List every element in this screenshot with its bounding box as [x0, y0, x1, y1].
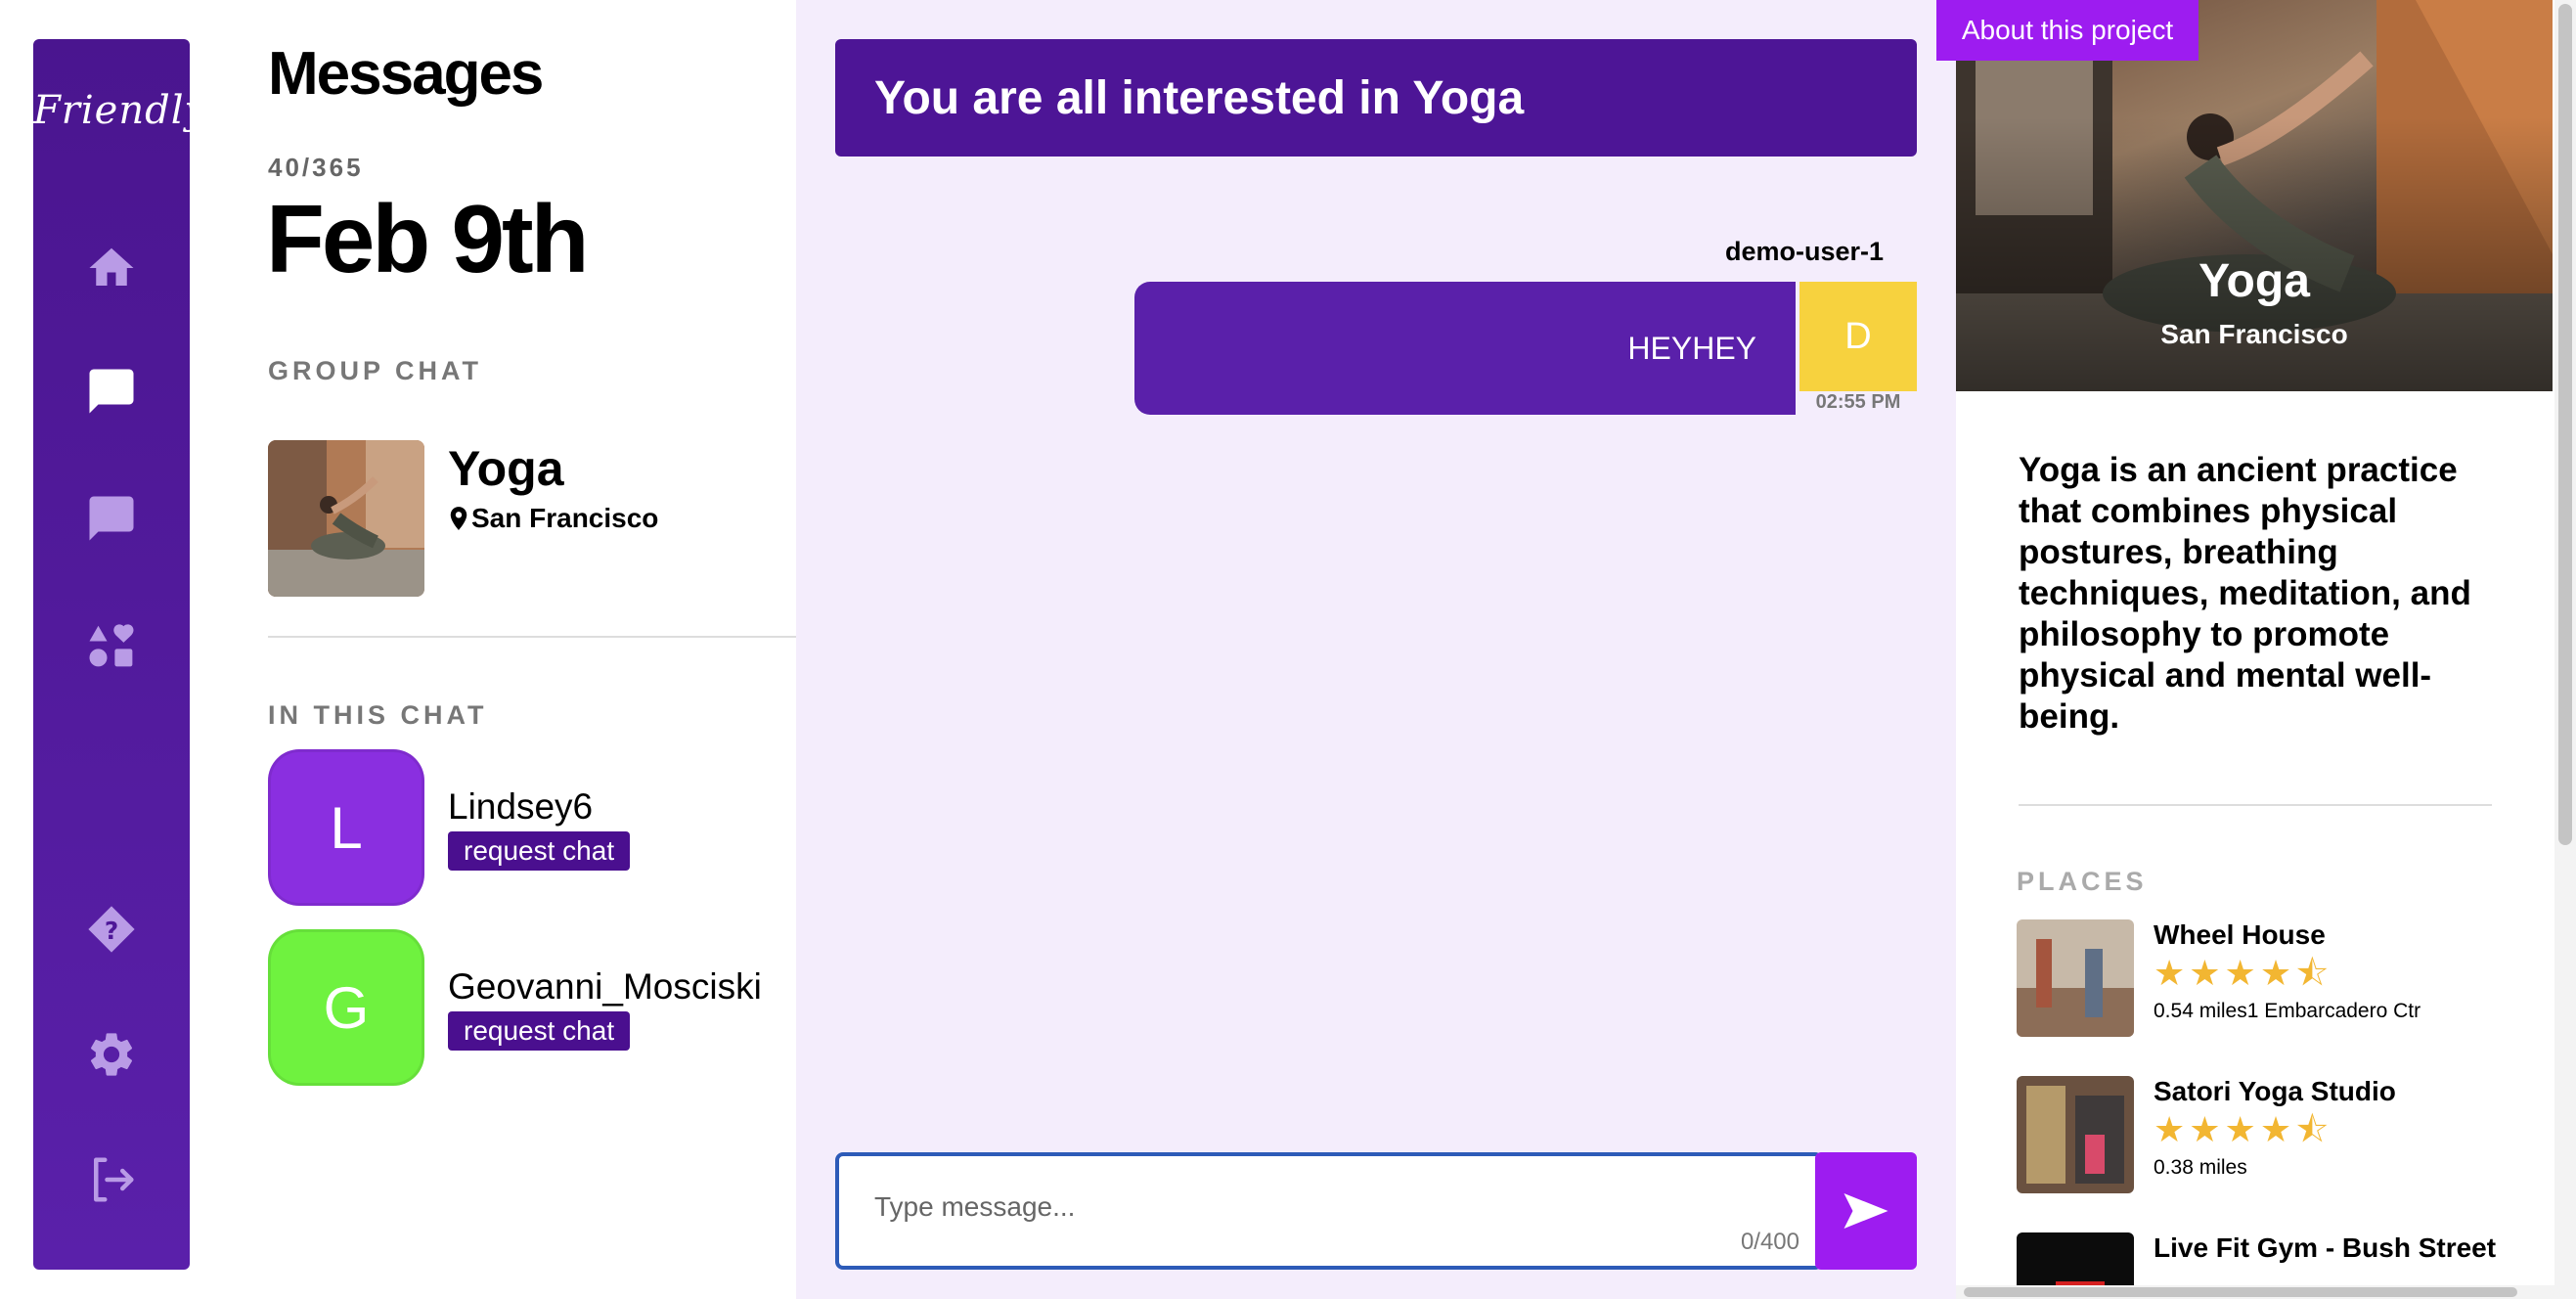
app-logo[interactable]: Friendly	[33, 88, 206, 133]
request-chat-button[interactable]: request chat	[448, 831, 631, 871]
place-name: Satori Yoga Studio	[2154, 1076, 2396, 1106]
members-label: IN THIS CHAT	[268, 700, 488, 730]
chat-info-panel: Messages 40/365 Feb 9th GROUP CHAT Yoga …	[190, 0, 796, 1299]
help-icon[interactable]: ?	[82, 900, 141, 959]
page-title: Messages	[268, 40, 544, 108]
day-counter: 40/365	[268, 153, 364, 182]
direct-messages-icon[interactable]	[82, 489, 141, 548]
topic-info-panel: Yoga San Francisco Yoga is an ancient pr…	[1956, 0, 2553, 1299]
message-username: demo-user-1	[1724, 237, 1884, 266]
chat-banner: You are all interested in Yoga	[835, 39, 1917, 157]
chat-icon[interactable]	[82, 362, 141, 421]
chat-area: You are all interested in Yoga demo-user…	[796, 0, 1956, 1299]
send-icon	[1843, 1193, 1888, 1229]
divider	[268, 636, 796, 638]
group-thumbnail[interactable]	[268, 440, 424, 597]
place-name: Live Fit Gym - Bush Street	[2154, 1232, 2497, 1263]
star-rating: ★★★★⯪	[2154, 953, 2333, 993]
group-chat-label: GROUP CHAT	[268, 356, 483, 385]
current-date: Feb 9th	[266, 185, 589, 292]
logout-icon[interactable]	[82, 1150, 141, 1209]
place-distance-address: 0.54 miles1 Embarcadero Ctr	[2154, 1000, 2421, 1022]
place-card[interactable]: Satori Yoga Studio ★★★★⯪ 0.38 miles	[2017, 1076, 2525, 1203]
settings-icon[interactable]	[82, 1025, 141, 1084]
message-bubble: HEYHEY	[1134, 282, 1796, 415]
vertical-scrollbar[interactable]	[2558, 4, 2572, 845]
places-label: PLACES	[2017, 867, 2148, 896]
place-distance-address: 0.38 miles	[2154, 1156, 2247, 1179]
about-project-button[interactable]: About this project	[1936, 0, 2198, 61]
message-input[interactable]	[874, 1191, 1754, 1223]
star-rating: ★★★★⯪	[2154, 1109, 2333, 1149]
message-text: HEYHEY	[1627, 330, 1756, 366]
message-composer: 0/400	[835, 1152, 1823, 1270]
avatar[interactable]: L	[268, 749, 424, 906]
nav-rail: Friendly ?	[33, 39, 206, 1270]
divider	[2019, 804, 2492, 806]
topic-location: San Francisco	[2160, 319, 2348, 349]
char-counter: 0/400	[1740, 1229, 1799, 1255]
avatar[interactable]: G	[268, 929, 424, 1086]
message-timestamp: 02:55 PM	[1815, 391, 1901, 413]
location-pin-icon	[450, 507, 467, 530]
send-button[interactable]	[1815, 1152, 1917, 1270]
home-icon[interactable]	[82, 239, 141, 297]
member-name: Geovanni_Mosciski	[448, 966, 762, 1007]
horizontal-scrollbar[interactable]	[1964, 1287, 2517, 1297]
member-row: L Lindsey6 request chat	[268, 749, 796, 906]
place-thumbnail	[2017, 1076, 2134, 1193]
member-row: G Geovanni_Mosciski request chat	[268, 929, 796, 1086]
topic-title: Yoga	[2198, 255, 2310, 307]
group-location: San Francisco	[448, 503, 658, 534]
group-name[interactable]: Yoga	[448, 440, 564, 497]
place-name: Wheel House	[2154, 919, 2326, 950]
member-name: Lindsey6	[448, 786, 594, 827]
place-card[interactable]: Wheel House ★★★★⯪ 0.54 miles1 Embarcader…	[2017, 919, 2525, 1047]
topic-description: Yoga is an ancient practice that combine…	[2019, 451, 2471, 736]
group-location-text: San Francisco	[471, 503, 659, 533]
svg-text:?: ?	[105, 917, 118, 945]
request-chat-button[interactable]: request chat	[448, 1011, 631, 1051]
place-thumbnail	[2017, 919, 2134, 1037]
interests-icon[interactable]	[82, 616, 141, 675]
avatar[interactable]: D	[1799, 282, 1917, 391]
